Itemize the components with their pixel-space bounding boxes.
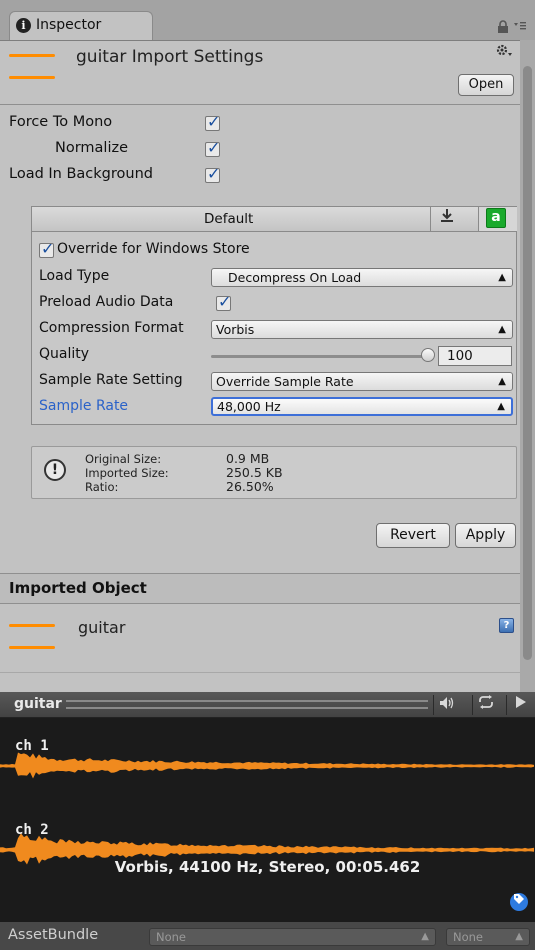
original-size-label: Original Size:	[85, 452, 162, 466]
override-label: Override for Windows Store	[57, 241, 250, 257]
dropdown-arrow-icon: ▲︎	[515, 931, 523, 942]
assetbundle-name-value: None	[156, 930, 187, 944]
sample-rate-setting-dropdown[interactable]: Override Sample Rate ▲︎	[211, 372, 513, 391]
dropdown-arrow-icon: ▲︎	[498, 376, 506, 387]
assetbundle-name-dropdown[interactable]: None ▲︎	[149, 928, 436, 946]
assetbundle-variant-dropdown[interactable]: None ▲︎	[446, 928, 530, 946]
load-in-background-label: Load In Background	[9, 166, 153, 182]
download-icon	[441, 209, 453, 227]
compression-format-label: Compression Format	[39, 320, 184, 336]
load-type-value: Decompress On Load	[228, 270, 362, 285]
force-to-mono-label: Force To Mono	[9, 114, 113, 130]
sample-rate-dropdown[interactable]: 48,000 Hz ▲︎	[211, 397, 513, 416]
ratio-label: Ratio:	[85, 480, 119, 494]
normalize-label: Normalize	[55, 140, 129, 156]
quality-slider-thumb[interactable]	[421, 348, 435, 362]
tab-inspector[interactable]: i Inspector	[9, 11, 153, 40]
quality-slider-track[interactable]	[211, 355, 433, 358]
preview-resize-handle[interactable]	[66, 700, 428, 709]
load-type-label: Load Type	[39, 268, 110, 284]
quality-label: Quality	[39, 346, 90, 362]
tab-default-label: Default	[204, 211, 254, 227]
tab-windows-store[interactable]: a	[478, 207, 517, 231]
sample-rate-setting-value: Override Sample Rate	[216, 374, 354, 389]
imported-size-label: Imported Size:	[85, 466, 169, 480]
audio-file-icon	[9, 612, 57, 652]
compression-format-value: Vorbis	[216, 322, 255, 337]
preview-title: guitar	[14, 696, 62, 712]
info-icon: i	[16, 18, 31, 33]
load-type-dropdown[interactable]: Decompress On Load ▲︎	[211, 268, 513, 287]
imported-object-header: Imported Object	[0, 574, 520, 604]
assetbundle-label: AssetBundle	[8, 927, 99, 943]
waveform-ch1	[0, 752, 534, 779]
preload-audio-data-checkbox[interactable]	[216, 292, 231, 311]
divider	[0, 672, 520, 673]
dropdown-arrow-icon: ▲︎	[421, 931, 429, 942]
quality-input[interactable]: 100	[438, 346, 512, 366]
speaker-icon[interactable]	[433, 695, 460, 715]
audio-info-text: Vorbis, 44100 Hz, Stereo, 00:05.462	[114, 858, 421, 876]
sample-rate-setting-label: Sample Rate Setting	[39, 372, 183, 388]
tag-icon[interactable]	[510, 893, 528, 911]
dropdown-arrow-icon: ▲︎	[497, 401, 505, 412]
sample-rate-value: 48,000 Hz	[217, 399, 281, 414]
sample-rate-label: Sample Rate	[39, 398, 129, 414]
tab-menu-icon[interactable]	[514, 20, 528, 34]
preload-audio-data-label: Preload Audio Data	[39, 294, 174, 310]
gear-icon[interactable]	[495, 43, 513, 63]
scrollbar-thumb[interactable]	[523, 66, 532, 660]
help-icon[interactable]: ?	[499, 618, 514, 633]
info-icon: !	[44, 459, 66, 481]
dropdown-arrow-icon: ▲︎	[498, 324, 506, 335]
play-icon[interactable]	[506, 695, 533, 715]
force-to-mono-checkbox[interactable]	[205, 112, 220, 131]
lock-icon[interactable]	[497, 20, 511, 34]
original-size-value: 0.9 MB	[226, 451, 270, 466]
platform-settings-box	[31, 206, 517, 425]
windows-store-icon: a	[486, 208, 506, 228]
tab-standalone[interactable]	[430, 207, 477, 231]
page-title: guitar Import Settings	[76, 47, 264, 67]
ratio-value: 26.50%	[226, 479, 274, 494]
divider	[0, 104, 520, 105]
compression-format-dropdown[interactable]: Vorbis ▲︎	[211, 320, 513, 339]
imported-size-value: 250.5 KB	[226, 465, 283, 480]
revert-button[interactable]: Revert	[376, 523, 450, 548]
imported-object-heading: Imported Object	[9, 579, 147, 597]
imported-object-name: guitar	[78, 618, 126, 637]
audio-preview	[0, 692, 535, 922]
assetbundle-variant-value: None	[453, 930, 484, 944]
override-checkbox[interactable]	[39, 239, 54, 258]
dropdown-arrow-icon: ▲︎	[498, 272, 506, 283]
open-button[interactable]: Open	[458, 74, 514, 96]
tab-inspector-label: Inspector	[36, 17, 102, 33]
load-in-background-checkbox[interactable]	[205, 164, 220, 183]
loop-icon[interactable]	[472, 695, 499, 715]
normalize-checkbox[interactable]	[205, 138, 220, 157]
apply-button[interactable]: Apply	[455, 523, 516, 548]
audio-file-icon	[9, 42, 57, 82]
